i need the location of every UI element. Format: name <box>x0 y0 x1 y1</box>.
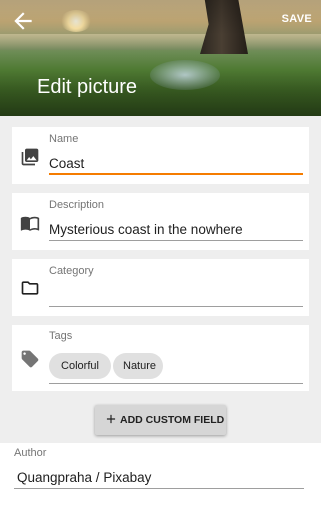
category-field-card: Category <box>12 259 309 316</box>
arrow-back-icon[interactable] <box>10 8 36 34</box>
save-button[interactable]: SAVE <box>282 13 312 25</box>
photo-library-icon <box>20 147 40 167</box>
name-input[interactable]: Coast <box>49 156 84 171</box>
tags-field-card: Tags Colorful Nature <box>12 325 309 391</box>
folder-icon <box>20 278 40 298</box>
plus-icon <box>104 412 118 426</box>
tags-underline <box>49 383 303 384</box>
add-custom-field-button[interactable]: ADD CUSTOM FIELD <box>95 405 226 435</box>
tag-chip[interactable]: Nature <box>113 353 163 379</box>
author-input[interactable]: Quangpraha / Pixabay <box>17 470 151 485</box>
name-field-card: Name Coast <box>12 127 309 184</box>
author-underline <box>14 488 304 489</box>
author-section: Author Quangpraha / Pixabay <box>0 443 321 512</box>
category-input[interactable] <box>49 288 299 306</box>
tags-label: Tags <box>49 330 73 342</box>
description-underline <box>49 240 303 241</box>
page-title: Edit picture <box>37 76 138 98</box>
tag-chip[interactable]: Colorful <box>49 353 111 379</box>
tag-icon <box>20 349 40 369</box>
category-label: Category <box>49 265 94 277</box>
author-label: Author <box>14 447 47 459</box>
category-underline <box>49 306 303 307</box>
name-label: Name <box>49 133 79 145</box>
name-underline <box>49 173 303 175</box>
add-custom-field-label: ADD CUSTOM FIELD <box>120 414 225 426</box>
book-icon <box>20 213 40 233</box>
description-field-card: Description Mysterious coast in the nowh… <box>12 193 309 250</box>
header-image: SAVE Edit picture <box>0 0 321 116</box>
description-input[interactable]: Mysterious coast in the nowhere <box>49 222 243 237</box>
description-label: Description <box>49 199 105 211</box>
